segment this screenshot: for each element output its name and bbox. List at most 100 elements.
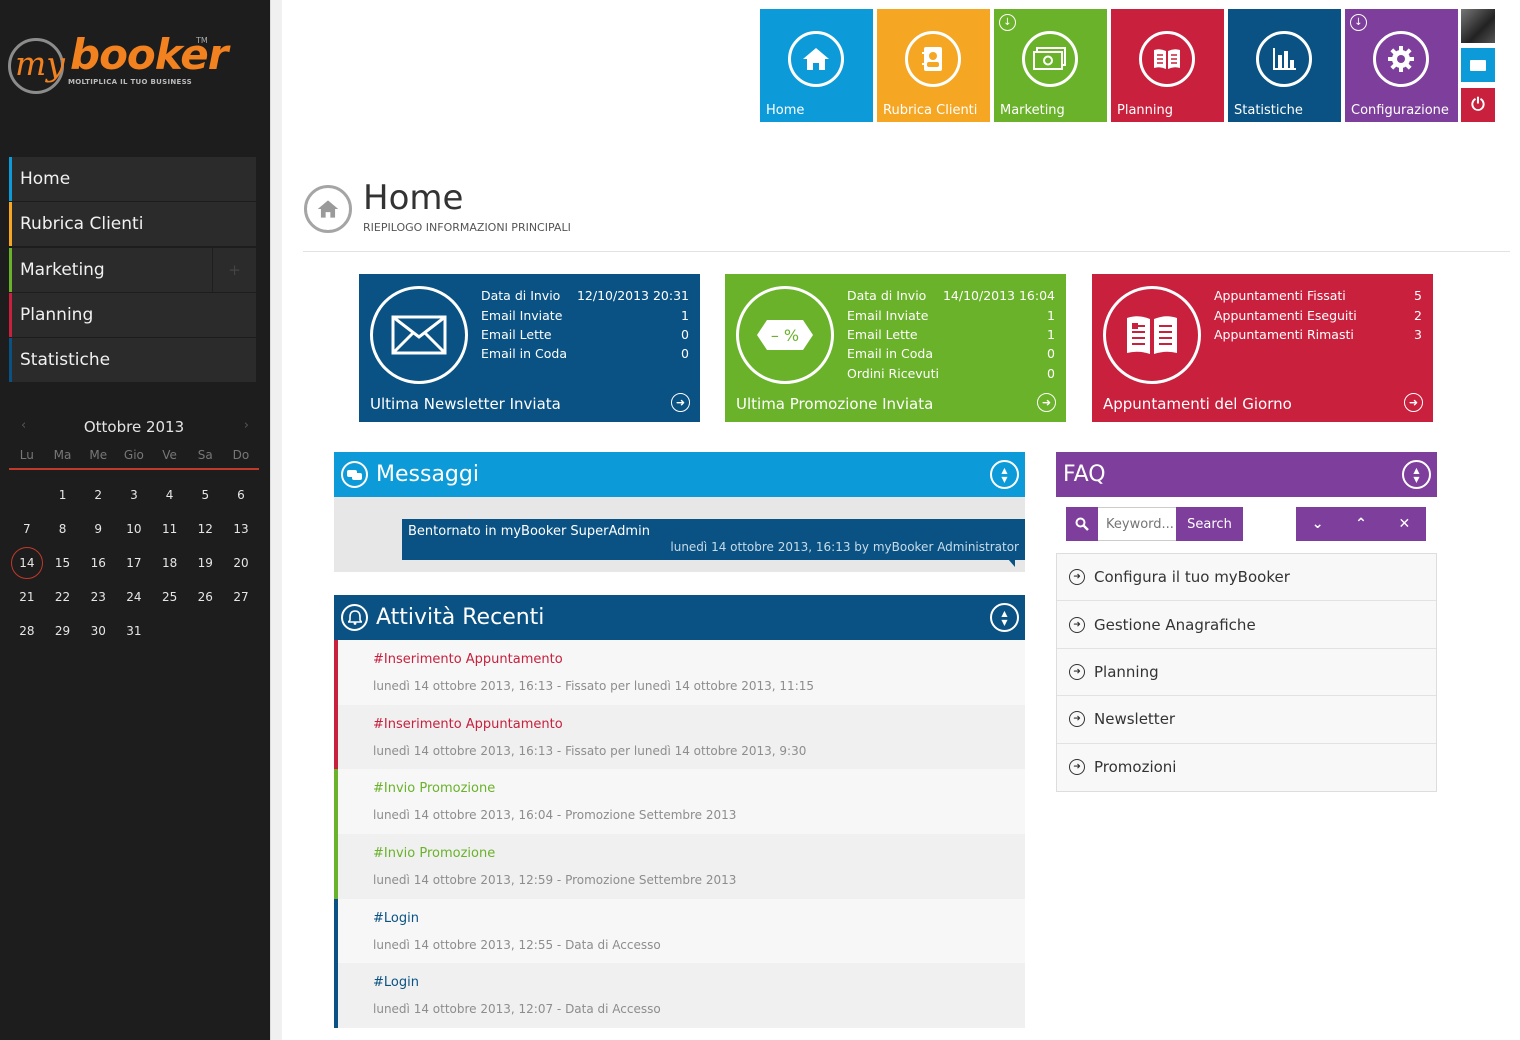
logout-button[interactable]: ⏻ [1461, 88, 1495, 122]
calendar-day[interactable]: 23 [80, 580, 116, 614]
collapse-toggle-icon[interactable]: ▲ ▼ [1402, 460, 1431, 489]
calendar-day[interactable]: 13 [223, 512, 259, 546]
activity-item[interactable]: #Inserimento Appuntamento lunedì 14 ottob… [334, 640, 1025, 705]
book-icon [1139, 31, 1195, 87]
chevron-up-icon[interactable]: ⌃ [1339, 507, 1382, 541]
user-avatar[interactable] [1461, 9, 1495, 43]
tile-statistiche[interactable]: Statistiche [1228, 9, 1341, 122]
calendar-weekday: Lu [19, 448, 34, 462]
activity-item[interactable]: #Inserimento Appuntamento lunedì 14 ottob… [334, 704, 1025, 770]
sidebar-divider [270, 0, 282, 1040]
calendar-day[interactable]: 28 [9, 614, 45, 648]
calendar-day[interactable]: 6 [223, 478, 259, 512]
home-icon [304, 185, 352, 233]
faq-search-button[interactable]: Search [1176, 507, 1243, 541]
arrow-right-circle-icon[interactable]: ➜ [1404, 393, 1423, 412]
activity-item[interactable]: #Login lunedì 14 ottobre 2013, 12:07 - Da… [334, 963, 1025, 1029]
power-icon: ⏻ [1471, 95, 1485, 115]
calendar-day[interactable]: 17 [116, 546, 152, 580]
calendar-day[interactable]: 19 [187, 546, 223, 580]
faq-item[interactable]: ➜ Configura il tuo myBooker [1057, 554, 1436, 602]
profile-card-button[interactable] [1461, 48, 1495, 82]
chevron-left-icon[interactable]: ‹ [21, 418, 26, 433]
calendar-day[interactable]: 29 [45, 614, 81, 648]
calendar-day[interactable]: 27 [223, 580, 259, 614]
faq-item[interactable]: ➜ Planning [1057, 648, 1436, 697]
faq-item-label: Configura il tuo myBooker [1094, 568, 1290, 587]
calendar-day[interactable]: 26 [187, 580, 223, 614]
calendar-day[interactable]: 25 [152, 580, 188, 614]
calendar-day[interactable]: 11 [152, 512, 188, 546]
message-item[interactable]: Bentornato in myBooker SuperAdmin lunedì… [402, 519, 1025, 560]
chevron-right-icon[interactable]: › [244, 418, 249, 433]
calendar-day[interactable]: 20 [223, 546, 259, 580]
sidebar-item-home[interactable]: Home [9, 157, 256, 201]
activity-item-title[interactable]: #Inserimento Appuntamento [373, 717, 563, 732]
id-card-icon [1470, 59, 1486, 71]
stat-promozione[interactable]: – % Data di Invio 14/10/2013 16:04 Email … [725, 274, 1066, 422]
top-tiles: Home Rubrica Clienti ↓ Marketing Plannin… [760, 9, 1462, 122]
money-icon [1022, 31, 1078, 87]
faq-item[interactable]: ➜ Newsletter [1057, 696, 1436, 744]
activity-item-title[interactable]: #Invio Promozione [373, 846, 495, 861]
calendar-day[interactable]: 2 [80, 478, 116, 512]
calendar-day[interactable]: 21 [9, 580, 45, 614]
calendar-day-today[interactable]: 14 [10, 547, 43, 579]
calendar-day[interactable]: 4 [152, 478, 188, 512]
calendar-weekday: Gio [123, 448, 144, 462]
calendar-day[interactable]: 30 [80, 614, 116, 648]
arrow-right-circle-icon[interactable]: ➜ [1037, 393, 1056, 412]
activity-item-title[interactable]: #Inserimento Appuntamento [373, 652, 563, 667]
sidebar-item-planning[interactable]: Planning [9, 292, 256, 337]
calendar-day[interactable]: 1 [45, 478, 81, 512]
tile-rubrica-clienti[interactable]: Rubrica Clienti [877, 9, 990, 122]
calendar-day[interactable]: 24 [116, 580, 152, 614]
calendar-day[interactable]: 3 [116, 478, 152, 512]
stat-appuntamenti[interactable]: Appuntamenti Fissati 5 Appuntamenti Esegu… [1092, 274, 1433, 422]
collapse-toggle-icon[interactable]: ▲ ▼ [990, 460, 1019, 489]
activity-item[interactable]: #Invio Promozione lunedì 14 ottobre 2013,… [334, 834, 1025, 899]
sidebar-item-rubrica-clienti[interactable]: Rubrica Clienti [9, 202, 256, 247]
stat-newsletter[interactable]: Data di Invio 12/10/2013 20:31 Email Invi… [359, 274, 700, 422]
arrow-right-circle-icon[interactable]: ➜ [671, 393, 690, 412]
search-icon[interactable] [1066, 507, 1098, 541]
calendar-day[interactable]: 22 [45, 580, 81, 614]
sidebar-item-marketing[interactable]: Marketing + [9, 247, 256, 292]
chevron-down-icon[interactable]: ⌄ [1296, 507, 1339, 541]
download-icon[interactable]: ↓ [1350, 14, 1367, 31]
calendar-day[interactable]: 10 [116, 512, 152, 546]
stat-rows: Appuntamenti Fissati 5 Appuntamenti Esegu… [1214, 286, 1422, 344]
activity-item[interactable]: #Login lunedì 14 ottobre 2013, 12:55 - Da… [334, 898, 1025, 964]
page-subtitle: RIEPILOGO INFORMAZIONI PRINCIPALI [363, 221, 571, 234]
collapse-toggle-icon[interactable]: ▲ ▼ [990, 603, 1019, 632]
stat-value: 12/10/2013 20:31 [576, 288, 689, 304]
activity-item-title[interactable]: #Login [373, 975, 419, 990]
faq-search-input[interactable] [1098, 507, 1176, 541]
download-icon[interactable]: ↓ [999, 14, 1016, 31]
calendar-day[interactable]: 15 [45, 546, 81, 580]
activity-item-title[interactable]: #Invio Promozione [373, 781, 495, 796]
calendar-day[interactable]: 5 [187, 478, 223, 512]
activity-panel-header: Attività Recenti ▲ ▼ [334, 595, 1025, 640]
activity-item-title[interactable]: #Login [373, 911, 419, 926]
calendar-day[interactable]: 16 [80, 546, 116, 580]
tile-planning[interactable]: Planning [1111, 9, 1224, 122]
close-icon[interactable]: ✕ [1383, 507, 1426, 541]
calendar-day[interactable]: 18 [152, 546, 188, 580]
tile-home[interactable]: Home [760, 9, 873, 122]
mybooker-logo[interactable]: my booker TM MOLTIPLICA IL TUO BUSINESS [8, 30, 228, 100]
tile-label: Home [766, 103, 805, 118]
activity-item[interactable]: #Invio Promozione lunedì 14 ottobre 2013,… [334, 769, 1025, 835]
calendar-day[interactable]: 12 [187, 512, 223, 546]
faq-item[interactable]: ➜ Gestione Anagrafiche [1057, 601, 1436, 649]
tile-marketing[interactable]: ↓ Marketing [994, 9, 1107, 122]
faq-item[interactable]: ➜ Promozioni [1057, 743, 1436, 791]
stat-row: Data di Invio 12/10/2013 20:31 [481, 286, 689, 305]
expand-plus-icon[interactable]: + [212, 247, 256, 292]
calendar-day[interactable]: 31 [116, 614, 152, 648]
tile-configurazione[interactable]: ↓ Configurazione [1345, 9, 1458, 122]
calendar-day[interactable]: 9 [80, 512, 116, 546]
sidebar-item-statistiche[interactable]: Statistiche [9, 338, 256, 383]
calendar-day[interactable]: 7 [9, 512, 45, 546]
calendar-day[interactable]: 8 [45, 512, 81, 546]
